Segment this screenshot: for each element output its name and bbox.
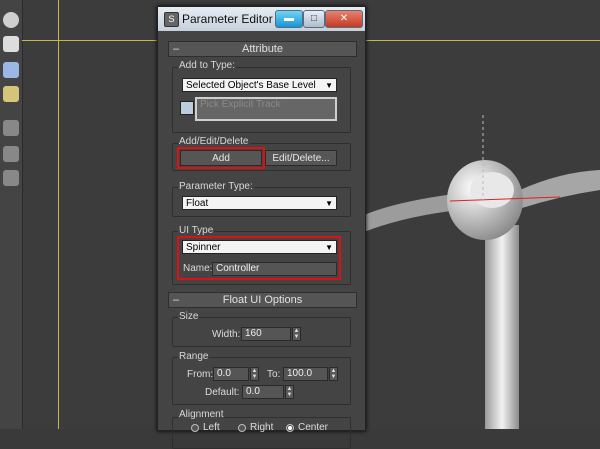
- attribute-rollout-header[interactable]: – Attribute: [168, 41, 357, 57]
- collapse-icon: –: [173, 43, 180, 55]
- name-field[interactable]: Controller: [212, 262, 337, 276]
- from-spinner-arrows[interactable]: ▲ ▼: [250, 367, 259, 381]
- dropdown-arrow-icon: ▼: [325, 243, 333, 252]
- ui-type-value: Spinner: [186, 242, 221, 253]
- align-left-radio[interactable]: [191, 424, 199, 432]
- parameter-editor-dialog: S Parameter Editor ▬ □ ✕ – Attribute Add…: [157, 6, 366, 449]
- add-to-type-dropdown[interactable]: Selected Object's Base Level ▼: [182, 78, 337, 92]
- pick-explicit-track-field[interactable]: Pick Explicit Track: [195, 97, 337, 121]
- name-label: Name:: [183, 263, 213, 274]
- align-right-label: Right: [250, 422, 274, 433]
- highlight-box-add: [177, 147, 265, 169]
- dialog-titlebar[interactable]: S Parameter Editor ▬ □ ✕: [158, 7, 365, 31]
- pick-track-icon[interactable]: [180, 101, 194, 115]
- to-label: To:: [267, 369, 281, 380]
- width-label: Width:: [212, 329, 241, 340]
- minimize-button[interactable]: ▬: [275, 10, 303, 28]
- to-spinner-arrows[interactable]: ▲ ▼: [329, 367, 338, 381]
- parameter-type-label: Parameter Type:: [178, 181, 254, 192]
- add-to-type-value: Selected Object's Base Level: [186, 80, 316, 91]
- default-label: Default:: [205, 387, 240, 398]
- app-icon: S: [164, 12, 179, 27]
- dropdown-arrow-icon: ▼: [325, 81, 333, 90]
- default-spinner-field[interactable]: 0.0: [242, 385, 284, 399]
- ui-type-label: UI Type: [178, 225, 215, 236]
- size-label: Size: [178, 311, 200, 322]
- ui-type-dropdown[interactable]: Spinner ▼: [182, 240, 337, 254]
- parameter-type-value: Float: [186, 198, 209, 209]
- from-label: From:: [187, 369, 214, 380]
- dropdown-arrow-icon: ▼: [325, 199, 333, 208]
- edit-delete-button[interactable]: Edit/Delete...: [265, 150, 337, 166]
- maximize-button[interactable]: □: [303, 10, 325, 28]
- attribute-rollout-title: Attribute: [242, 43, 283, 55]
- align-left-label: Left: [203, 422, 220, 433]
- default-spinner-arrows[interactable]: ▲ ▼: [285, 385, 294, 399]
- width-spinner-arrows[interactable]: ▲ ▼: [292, 327, 301, 341]
- float-ui-options-rollout-header[interactable]: – Float UI Options: [168, 292, 357, 308]
- float-ui-options-title: Float UI Options: [222, 294, 303, 306]
- alignment-label: Alignment: [178, 409, 225, 420]
- width-spinner-field[interactable]: 160: [241, 327, 291, 341]
- align-center-label: Center: [298, 422, 329, 433]
- align-right-radio[interactable]: [238, 424, 246, 432]
- dialog-title: Parameter Editor: [182, 12, 273, 26]
- from-spinner-field[interactable]: 0.0: [213, 367, 249, 381]
- align-center-radio[interactable]: [286, 424, 294, 432]
- collapse-icon: –: [173, 294, 180, 306]
- close-button[interactable]: ✕: [325, 10, 363, 28]
- parameter-type-dropdown[interactable]: Float ▼: [182, 196, 337, 210]
- range-label: Range: [178, 351, 210, 362]
- add-to-type-label: Add to Type:: [178, 60, 236, 71]
- add-edit-delete-label: Add/Edit/Delete: [178, 136, 250, 147]
- turbine-tower: [485, 225, 519, 429]
- turbine-blade-right: [520, 170, 600, 208]
- to-spinner-field[interactable]: 100.0: [283, 367, 328, 381]
- turbine-nose: [470, 172, 514, 208]
